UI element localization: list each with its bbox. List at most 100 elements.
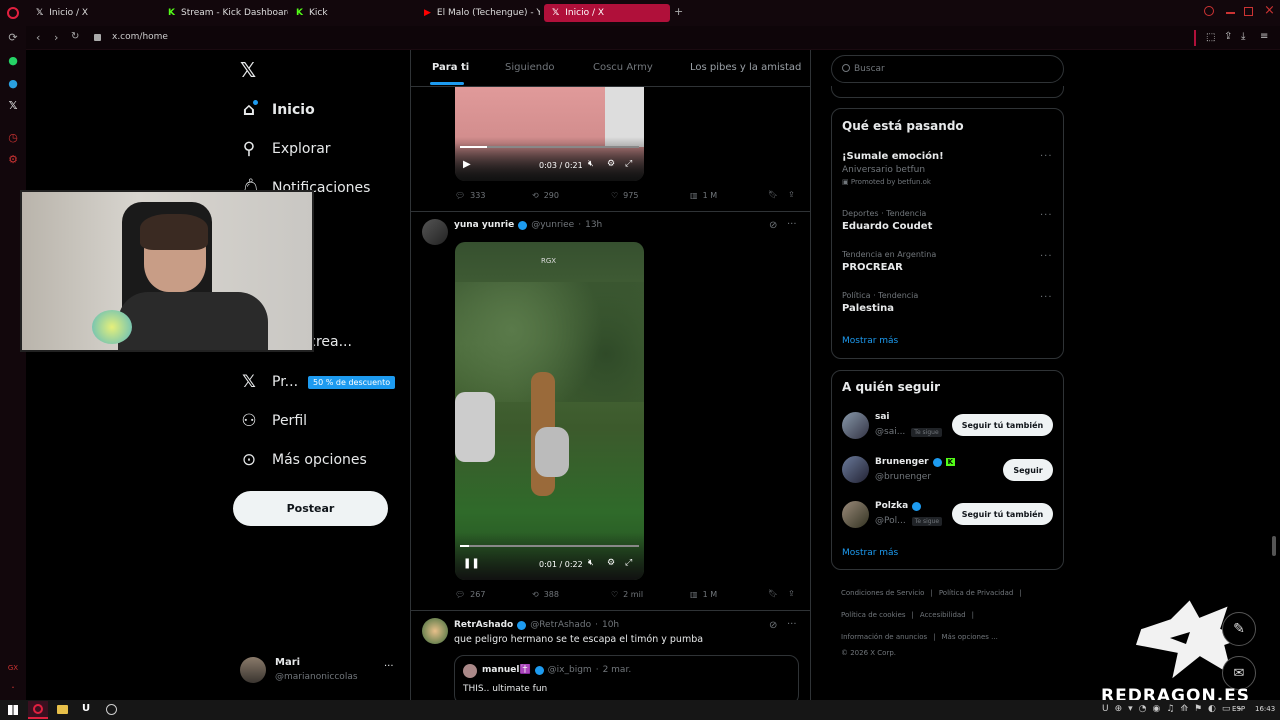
quoted-post[interactable]: manuel✝️ @ix_bigm · 2 mar. THIS.. ultima… [454, 655, 799, 705]
repost-button[interactable]: ⟲ 388 [532, 590, 559, 599]
author-handle[interactable]: @yunriee [531, 220, 574, 230]
refresh-icon[interactable]: ⟳ [7, 32, 19, 44]
folder-icon[interactable] [57, 705, 68, 714]
trend-item[interactable]: Tendencia en Argentina PROCREAR [842, 250, 1052, 273]
bookmark-button[interactable]: 🔖︎ [768, 589, 778, 598]
avatar[interactable] [422, 618, 448, 644]
post-time[interactable]: 10h [602, 620, 619, 630]
footer-link[interactable]: Condiciones de Servicio [841, 585, 924, 601]
app-u-icon[interactable]: U [82, 703, 90, 714]
whatsapp-icon[interactable]: ● [7, 55, 19, 67]
views-button[interactable]: ▥ 1 M [690, 590, 717, 599]
fullscreen-icon[interactable]: ⤢ [625, 159, 632, 169]
nav-profile[interactable]: ⚇ Perfil [240, 411, 307, 431]
telegram-icon[interactable]: ● [7, 78, 19, 90]
more-icon[interactable]: ··· [1040, 151, 1053, 162]
download-icon[interactable]: ⤓ [1241, 31, 1245, 42]
browser-tab-4[interactable]: ▶El Malo (Techengue) - You [416, 4, 540, 22]
browser-tab-3[interactable]: K Kick [288, 4, 416, 22]
follow-name[interactable]: sai [875, 412, 890, 422]
more-icon[interactable]: ··· [787, 219, 797, 230]
follow-name[interactable]: Brunenger [875, 457, 929, 467]
new-tab-button[interactable]: + [674, 5, 683, 18]
pause-icon[interactable]: ❚❚ [463, 558, 480, 569]
back-icon[interactable]: ‹ [36, 31, 40, 44]
more-icon[interactable]: · [7, 682, 19, 694]
forward-icon[interactable]: › [54, 31, 58, 44]
tab-los-pibes[interactable]: Los pibes y la amistad [690, 62, 801, 73]
play-icon[interactable]: ▶ [463, 159, 471, 170]
author-name[interactable]: yuna yunrie [454, 220, 514, 230]
extensions-icon[interactable]: ⬚ [1206, 32, 1215, 43]
reply-button[interactable]: 💬︎ 333 [455, 191, 485, 200]
follow-button[interactable]: Seguir [1003, 459, 1053, 481]
show-more-link[interactable]: Mostrar más [842, 336, 898, 346]
browser-tab-1[interactable]: 𝕏 Inicio / X [28, 4, 158, 22]
trend-item[interactable]: ¡Sumale emoción! Aniversario betfun ▣ Pr… [842, 151, 1052, 186]
like-button[interactable]: ♡ 2 mil [611, 590, 643, 599]
progress-track[interactable] [460, 545, 639, 547]
messages-button[interactable]: ✉ [1222, 656, 1256, 690]
opera-logo-icon[interactable] [7, 7, 19, 19]
more-icon[interactable]: ··· [384, 661, 394, 672]
opera-gx-taskbar-icon[interactable] [28, 701, 48, 719]
like-button[interactable]: ♡ 975 [611, 191, 638, 200]
x-icon[interactable]: 𝕏 [7, 100, 19, 112]
tab-for-you[interactable]: Para ti [432, 62, 469, 73]
account-switcher[interactable]: Mari @marianoniccolas ··· [240, 655, 402, 687]
more-icon[interactable]: ··· [1040, 210, 1053, 221]
nav-explore[interactable]: ⚲ Explorar [240, 139, 331, 159]
share-button[interactable]: ⇪ [788, 589, 795, 598]
more-icon[interactable]: ··· [1040, 251, 1053, 262]
views-button[interactable]: ▥ 1 M [690, 191, 717, 200]
trend-item[interactable]: Deportes · Tendencia Eduardo Coudet [842, 209, 1052, 232]
search-box[interactable]: Buscar [831, 55, 1064, 83]
mute-icon[interactable]: 🔇︎ [588, 558, 594, 568]
nav-premium[interactable]: 𝕏 Pr... 50 % de descuento [240, 372, 396, 392]
url-field[interactable]: x.com/home [112, 32, 168, 42]
windows-start-icon[interactable] [8, 705, 18, 715]
settings-icon[interactable]: ⚙ [607, 558, 615, 568]
tab-following[interactable]: Siguiendo [505, 62, 555, 73]
menu-icon[interactable]: ≡ [1260, 31, 1268, 42]
follow-back-button[interactable]: Seguir tú también [952, 503, 1053, 525]
obs-icon[interactable] [106, 704, 117, 715]
tray-icons[interactable]: U⊕▾◔◉♫⟰⚑◐▭⌁ [1102, 704, 1248, 714]
share-icon[interactable]: ⇪ [1224, 31, 1232, 42]
maximize-icon[interactable] [1244, 7, 1253, 16]
minimize-icon[interactable] [1226, 12, 1235, 14]
clock-icon[interactable]: ◷ [7, 132, 19, 144]
reply-button[interactable]: 💬︎ 267 [455, 590, 485, 599]
floating-action-button[interactable]: ✎ [1222, 612, 1256, 646]
search-input[interactable]: Buscar [854, 64, 885, 74]
post-time[interactable]: 13h [585, 220, 602, 230]
footer-link[interactable]: Accesibilidad [920, 607, 966, 623]
mute-icon[interactable]: 🔇︎ [588, 159, 594, 169]
fullscreen-icon[interactable]: ⤢ [625, 558, 632, 568]
settings-icon[interactable]: ⚙ [7, 154, 19, 166]
gx-icon[interactable]: GX [7, 662, 19, 674]
grok-icon[interactable]: ⊘ [769, 620, 777, 631]
video-player[interactable]: ▶ 0:03 / 0:21 🔇︎ ⚙ ⤢ [455, 87, 644, 181]
close-icon[interactable]: × [1264, 3, 1275, 18]
more-icon[interactable]: ··· [787, 619, 797, 630]
post-button[interactable]: Postear [233, 491, 388, 526]
language-indicator[interactable]: ESP [1232, 705, 1245, 713]
browser-tab-2[interactable]: K Stream - Kick Dashboard [160, 4, 288, 22]
browser-tab-5[interactable]: 𝕏 Inicio / X [544, 4, 670, 22]
repost-button[interactable]: ⟲ 290 [532, 191, 559, 200]
avatar[interactable] [842, 456, 869, 483]
settings-icon[interactable]: ⚙ [607, 159, 615, 169]
author-name[interactable]: RetrAshado [454, 620, 513, 630]
video-player[interactable]: RGX ❚❚ 0:01 / 0:22 🔇︎ ⚙ ⤢ [455, 242, 644, 580]
show-more-link[interactable]: Mostrar más [842, 548, 898, 558]
nav-more[interactable]: ⊙ Más opciones [240, 450, 367, 470]
share-button[interactable]: ⇪ [788, 190, 795, 199]
follow-name[interactable]: Polzka [875, 501, 908, 511]
x-logo-icon[interactable]: 𝕏 [240, 58, 256, 82]
clock[interactable]: 16:43 [1255, 705, 1275, 713]
author-handle[interactable]: @RetrAshado [530, 620, 591, 630]
more-icon[interactable]: ··· [1040, 292, 1053, 303]
bookmark-button[interactable]: 🔖︎ [768, 190, 778, 199]
avatar[interactable] [842, 412, 869, 439]
